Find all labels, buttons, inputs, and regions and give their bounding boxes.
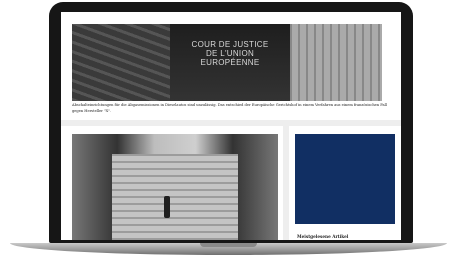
person-figure [164, 196, 170, 218]
building-facade-left [72, 24, 170, 101]
hero-image[interactable]: COUR DE JUSTICE DE L'UNION EUROPÉENNE [72, 24, 382, 101]
laptop-notch [200, 243, 257, 247]
hero-article-card[interactable]: COUR DE JUSTICE DE L'UNION EUROPÉENNE Ab… [61, 12, 401, 120]
article-card[interactable] [61, 126, 283, 240]
court-sign: COUR DE JUSTICE DE L'UNION EUROPÉENNE [170, 24, 290, 101]
tunnel-floor [112, 154, 238, 240]
sidebar-heading: Meistgelesene Artikel [297, 234, 349, 239]
sidebar: Meistgelesene Artikel [289, 126, 401, 240]
hero-caption[interactable]: Abschalteinrichtungen für die Abgasemiss… [72, 102, 394, 114]
article-image[interactable] [72, 134, 278, 240]
website-screen: COUR DE JUSTICE DE L'UNION EUROPÉENNE Ab… [61, 12, 401, 240]
building-facade-right [290, 24, 382, 101]
sidebar-ad-banner[interactable] [295, 134, 395, 224]
court-sign-text: COUR DE JUSTICE DE L'UNION EUROPÉENNE [191, 40, 269, 67]
